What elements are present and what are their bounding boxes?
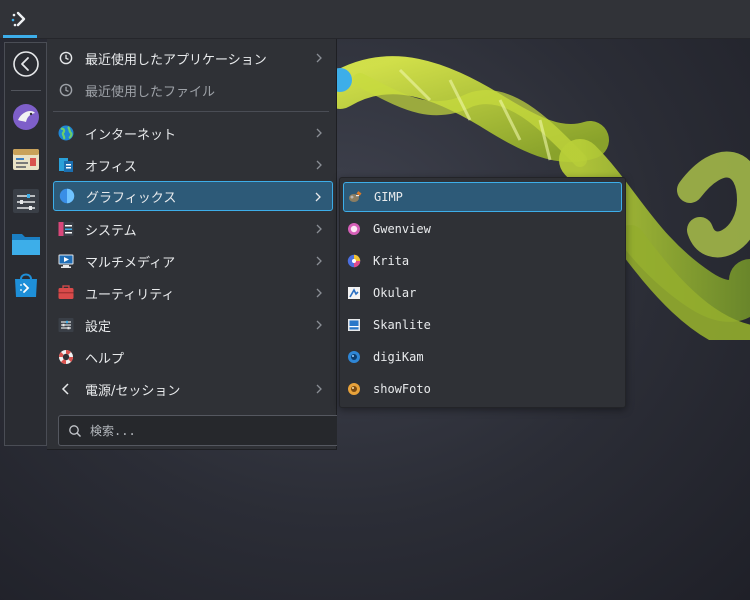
- chevron-right-icon: [316, 128, 322, 138]
- system-settings-icon: [13, 189, 39, 213]
- showfoto-icon: [347, 382, 361, 396]
- skanlite-icon: [347, 318, 361, 332]
- menu-divider: [53, 111, 329, 112]
- submenu-item-label: showFoto: [373, 382, 431, 396]
- graphics-icon: [58, 187, 76, 205]
- discover-store-icon: [15, 273, 37, 297]
- submenu-item-gwenview[interactable]: Gwenview: [343, 214, 622, 244]
- application-launcher-button[interactable]: [3, 0, 37, 38]
- submenu-item-okular[interactable]: Okular: [343, 278, 622, 308]
- sidebar-divider: [11, 90, 41, 91]
- search-field[interactable]: [58, 415, 337, 446]
- application-menu: 最近使用したアプリケーション 最近使用したファイル インターネット オフィス グ…: [47, 39, 337, 450]
- menu-item-label: インターネット: [85, 127, 177, 143]
- menu-item-internet[interactable]: インターネット: [53, 118, 333, 148]
- globe-icon: [57, 124, 75, 142]
- submenu-item-label: Okular: [373, 286, 417, 300]
- multimedia-icon: [57, 252, 75, 270]
- submenu-item-showfoto[interactable]: showFoto: [343, 374, 622, 404]
- top-panel: [0, 0, 750, 39]
- menu-item-system[interactable]: システム: [53, 214, 333, 244]
- menu-item-power-session[interactable]: 電源/セッション: [53, 374, 333, 404]
- menu-item-graphics[interactable]: グラフィックス: [53, 181, 333, 211]
- favorite-system-settings[interactable]: [11, 186, 41, 216]
- chevron-right-icon: [316, 224, 322, 234]
- submenu-item-label: Skanlite: [373, 318, 431, 332]
- menu-item-label: ユーティリティ: [85, 287, 175, 303]
- office-icon: [57, 156, 75, 174]
- menu-item-label: オフィス: [85, 159, 137, 175]
- clock-icon: [57, 81, 75, 99]
- back-icon: [13, 51, 39, 77]
- help-icon: [57, 348, 75, 366]
- menu-item-multimedia[interactable]: マルチメディア: [53, 246, 333, 276]
- back-button[interactable]: [11, 49, 41, 79]
- chevron-right-icon: [316, 384, 322, 394]
- settings-app-icon: [13, 149, 39, 170]
- chevron-right-icon: [316, 53, 322, 63]
- submenu-item-label: digiKam: [373, 350, 424, 364]
- menu-item-utilities[interactable]: ユーティリティ: [53, 278, 333, 308]
- favorite-settings-app[interactable]: [11, 144, 41, 174]
- menu-item-settings[interactable]: 設定: [53, 310, 333, 340]
- menu-item-label: 電源/セッション: [85, 383, 181, 399]
- chevron-right-icon: [316, 160, 322, 170]
- submenu-item-krita[interactable]: Krita: [343, 246, 622, 276]
- file-manager-icon: [12, 234, 40, 255]
- favorite-file-manager[interactable]: [11, 228, 41, 258]
- digikam-icon: [347, 350, 361, 364]
- submenu-item-digikam[interactable]: digiKam: [343, 342, 622, 372]
- settings-icon: [57, 316, 75, 334]
- okular-icon: [347, 286, 361, 300]
- menu-item-help[interactable]: ヘルプ: [53, 342, 333, 372]
- chevron-left-icon: [57, 380, 75, 398]
- search-input[interactable]: [88, 422, 312, 439]
- menu-item-label: 最近使用したアプリケーション: [85, 52, 267, 68]
- menu-item-recent-applications[interactable]: 最近使用したアプリケーション: [53, 43, 333, 73]
- menu-item-office[interactable]: オフィス: [53, 150, 333, 180]
- submenu-item-label: Gwenview: [373, 222, 431, 236]
- submenu-item-gimp[interactable]: GIMP: [343, 182, 622, 212]
- menu-item-label: ヘルプ: [85, 351, 125, 367]
- gwenview-icon: [347, 222, 361, 236]
- menu-item-label: システム: [85, 223, 137, 239]
- menu-item-label: グラフィックス: [86, 190, 177, 206]
- clock-icon: [57, 49, 75, 67]
- graphics-submenu: GIMP Gwenview Krita Okular Skanlite digi…: [339, 177, 626, 408]
- kde-launcher-icon: [11, 11, 26, 27]
- submenu-item-label: Krita: [373, 254, 410, 268]
- menu-item-label: マルチメディア: [85, 255, 176, 271]
- submenu-item-label: GIMP: [374, 190, 403, 204]
- search-icon: [69, 424, 81, 437]
- chevron-right-icon: [316, 288, 322, 298]
- chevron-right-icon: [316, 320, 322, 330]
- favorites-sidebar: [4, 42, 47, 446]
- krita-icon: [347, 254, 361, 268]
- gimp-icon: [348, 190, 362, 204]
- system-icon: [57, 220, 75, 238]
- falkon-browser-icon: [13, 104, 39, 130]
- menu-item-label: 最近使用したファイル: [85, 84, 216, 100]
- menu-item-label: 設定: [85, 319, 112, 335]
- favorite-discover[interactable]: [11, 270, 41, 300]
- chevron-right-icon: [316, 256, 322, 266]
- menu-item-recent-files[interactable]: 最近使用したファイル: [53, 75, 333, 105]
- favorite-falkon[interactable]: [11, 102, 41, 132]
- chevron-right-icon: [315, 192, 321, 202]
- submenu-item-skanlite[interactable]: Skanlite: [343, 310, 622, 340]
- utilities-icon: [57, 284, 75, 302]
